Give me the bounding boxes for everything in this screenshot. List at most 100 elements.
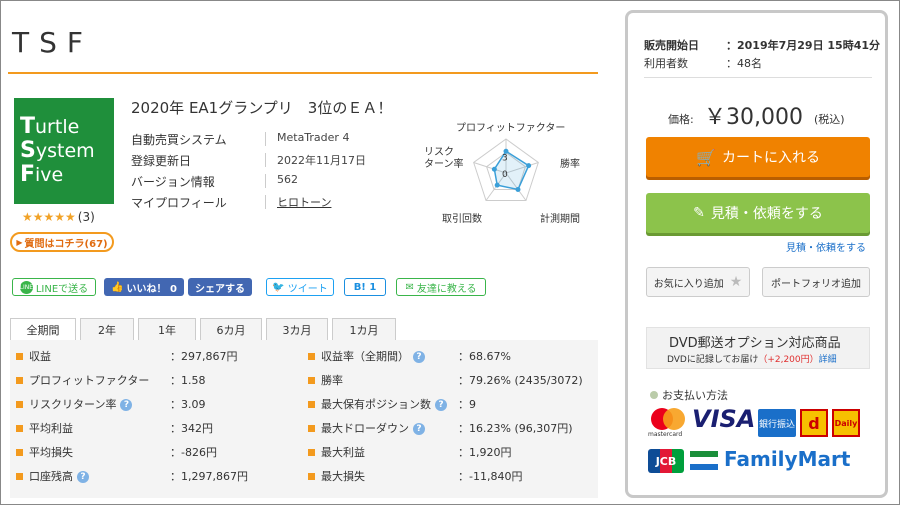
stat-max-positions-value: ：9 [458,398,476,411]
request-quote-label: 見積・依頼をする [710,206,823,222]
purchase-sidebar: 販売開始日 ：2019年7月29日 15時41分 利用者数 ：48名 価格: ￥… [625,10,888,498]
help-icon[interactable]: ? [413,423,425,435]
stat-max-loss: 最大損失 [308,468,365,484]
logo-line-1: Turtle [20,114,80,139]
radar-scale-label-1: 0 [502,170,508,180]
dvd-price: （+2,200円） [758,355,819,365]
help-icon[interactable]: ? [77,471,89,483]
question-button[interactable]: ▶ 質問はコチラ(67) [10,232,114,252]
tell-friend-label: 友達に教える [416,283,477,295]
bullet-icon [16,376,23,384]
review-count: (3) [77,210,95,224]
help-icon[interactable]: ? [120,399,133,411]
bullet-icon [16,424,23,432]
star-icon: ★ [729,274,743,290]
facebook-share-button[interactable]: シェアする [188,278,252,296]
bullet-icon [16,472,23,480]
pencil-icon: ✎ [693,205,705,221]
info-key: 登録更新日 [131,154,192,168]
hatena-bookmark-button[interactable]: B! 1 [344,278,386,296]
radar-point-2 [515,187,521,193]
stat-profit-factor: プロフィットファクター [16,372,149,388]
radar-label-pf: プロフィットファクター [456,123,566,134]
dvd-detail-link[interactable]: 詳細 [819,355,837,365]
d-payment-logo: d [800,409,828,437]
stat-balance: 口座残高? [16,468,89,484]
bullet-icon [16,400,23,408]
request-quote-link[interactable]: 見積・依頼をする [786,239,866,254]
add-to-cart-button[interactable]: 🛒 カートに入れる [646,137,870,177]
stat-profit-factor-value: ：1.58 [170,374,206,387]
visa-logo: VISA [692,405,756,433]
info-key: バージョン情報 [131,175,215,189]
rating-stars[interactable]: ★★★★★ (3) [22,210,95,224]
stat-risk-return-value: ：3.09 [170,398,206,411]
tweet-label: ツイート [287,283,328,295]
thumbs-up-icon: 👍 [111,281,124,293]
portfolio-label: ポートフォリオ追加 [771,278,861,290]
info-separator [265,174,266,188]
info-value: MetaTrader 4 [277,131,350,144]
radar-label-trades: 取引回数 [442,214,482,225]
logo-line-2: System [20,138,95,163]
star-icons: ★★★★★ [22,210,76,224]
radar-point-3 [494,182,500,188]
bullet-icon [308,424,315,432]
hatena-label: B! 1 [353,281,377,293]
tell-friend-button[interactable]: ✉ 友達に教える [396,278,486,296]
request-quote-button[interactable]: ✎ 見積・依頼をする [646,193,870,233]
line-share-label: LINEで送る [35,283,89,295]
stat-max-profit: 最大利益 [308,444,365,460]
payment-title: お支払い方法 [650,387,728,403]
tab-1y[interactable]: 1年 [138,318,196,340]
dvd-description: DVDに記録してお届け（+2,200円）詳細 [667,355,837,365]
price-tax: (税込) [814,113,845,126]
info-value: 2022年11月17日 [277,154,366,167]
info-separator [265,153,266,167]
info-separator [265,132,266,146]
price-value: ￥30,000 [704,105,803,130]
title-divider [8,72,598,74]
portfolio-button[interactable]: ポートフォリオ追加 [762,267,870,297]
facebook-like-label: いいね！ 0 [126,283,177,295]
favorite-button[interactable]: お気に入り追加 ★ [646,267,750,297]
price-label: 価格: [668,113,694,126]
facebook-like-button[interactable]: 👍 いいね！ 0 [104,278,184,296]
stat-return-rate: 収益率（全期間）? [308,348,425,364]
tab-all[interactable]: 全期間 [10,318,76,340]
radar-label-period: 計測期間 [540,214,580,225]
tab-1m[interactable]: 1カ月 [332,318,396,340]
add-to-cart-label: カートに入れる [721,150,820,166]
line-share-button[interactable]: LINE LINEで送る [12,278,96,296]
mail-icon: ✉ [405,281,414,293]
familymart-stripes [690,451,718,471]
stat-win-rate-value: ：79.26% (2435/3072) [458,374,583,387]
radar-label-risk: リスク ターン率 [424,147,464,170]
radar-scale-label-0: 3 [502,154,508,164]
page-title: TSF [12,26,93,59]
help-icon[interactable]: ? [413,351,425,363]
help-icon[interactable]: ? [435,399,447,411]
stat-max-loss-value: ：-11,840円 [458,470,523,483]
tab-3m[interactable]: 3カ月 [266,318,328,340]
bullet-icon [16,352,23,360]
bullet-icon [16,448,23,456]
stat-max-profit-value: ：1,920円 [458,446,512,459]
release-value: ：2019年7月29日 15時41分 [726,39,881,52]
mastercard-logo: mastercard [648,407,688,439]
bullet-icon [308,376,315,384]
bullet-icon [308,400,315,408]
tab-6m[interactable]: 6カ月 [200,318,262,340]
profile-link[interactable]: ヒロトーン [277,194,331,210]
radar-point-4 [491,166,497,172]
tab-2y[interactable]: 2年 [80,318,134,340]
tweet-button[interactable]: 🐦 ツイート [266,278,334,296]
stat-avg-loss-value: ：-826円 [170,446,217,459]
bullet-icon [308,448,315,456]
question-button-label: 質問はコチラ(67) [24,238,108,250]
stat-avg-loss: 平均損失 [16,444,73,460]
dvd-option-box: DVD郵送オプション対応商品 DVDに記録してお届け（+2,200円）詳細 [646,327,870,369]
radar-chart: 3 0 プロフィットファクター 勝率 計測期間 取引回数 リスク ターン率 [420,115,600,225]
stat-risk-return: リスクリターン率? [16,396,133,412]
bullet-icon [308,472,315,480]
